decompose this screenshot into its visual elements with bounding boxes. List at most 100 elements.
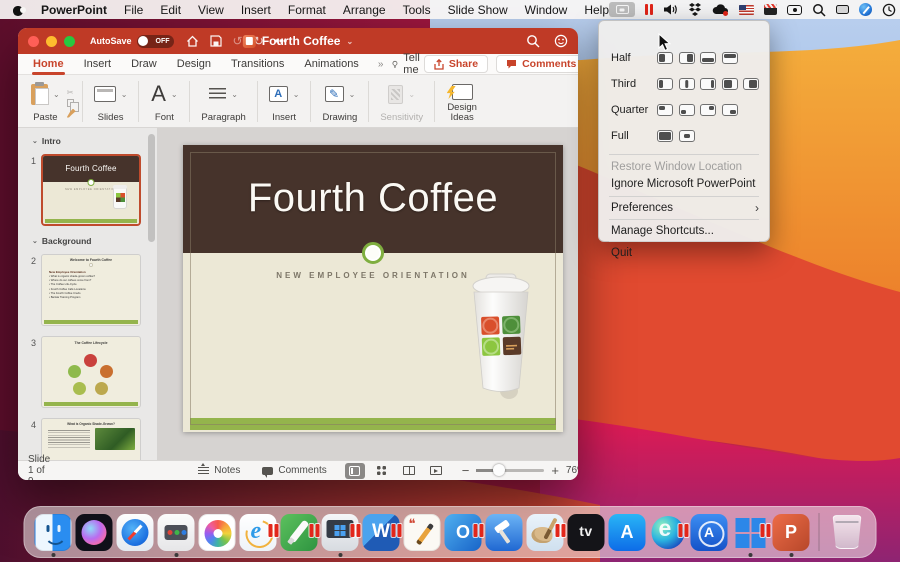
dock-item-siri[interactable] (74, 508, 115, 556)
dock-item-outlook[interactable] (443, 508, 484, 556)
copy-icon[interactable] (67, 99, 74, 107)
window-titlebar[interactable]: AutoSave OFF ↺ ↻ ••• Fourth Coffee ⌄ (18, 28, 578, 54)
dock-item-windows[interactable] (730, 508, 771, 556)
comments-toggle-button[interactable]: Comments (262, 465, 326, 476)
tab-insert[interactable]: Insert (83, 55, 113, 73)
menu-insert[interactable]: Insert (241, 3, 271, 17)
window-layout-menu-icon[interactable] (609, 2, 635, 17)
thumbnail-row-2[interactable]: 2 Welcome to Fourth Coffee New Employee … (18, 250, 157, 332)
layout-two-thirds-right-button[interactable] (743, 78, 759, 90)
minimize-button[interactable] (46, 36, 57, 47)
design-ideas-button[interactable]: Design Ideas (439, 78, 485, 125)
dock-item-powerpoint[interactable] (771, 508, 812, 556)
dock-item-photos[interactable] (197, 508, 238, 556)
spotlight-search-icon[interactable] (812, 3, 826, 17)
dock-item-app-store[interactable] (607, 508, 648, 556)
menu-arrange[interactable]: Arrange (343, 3, 386, 17)
menu-file[interactable]: File (124, 3, 143, 17)
onedrive-icon[interactable] (712, 4, 729, 16)
home-icon[interactable] (186, 35, 199, 48)
trash-icon[interactable] (833, 515, 862, 549)
dock-item-photo-booth[interactable] (156, 508, 197, 556)
layout-quarter-tl-button[interactable] (657, 104, 673, 116)
font-button[interactable]: A⌄ Font (143, 78, 185, 125)
sensitivity-button[interactable]: ⌄ Sensitivity (373, 78, 430, 125)
layout-two-thirds-left-button[interactable] (722, 78, 738, 90)
screen-record-icon[interactable] (787, 5, 802, 15)
safari-compass-icon[interactable] (859, 3, 872, 16)
thumbnail-scrollbar[interactable] (148, 134, 155, 242)
dock-item-paint[interactable] (525, 508, 566, 556)
drawing-button[interactable]: ✎⌄ Drawing (315, 78, 364, 125)
dock-item-trash[interactable] (827, 508, 868, 556)
dock-item-finder[interactable] (33, 508, 74, 556)
paste-button[interactable]: ⌄ Paste (24, 78, 67, 125)
layout-full-screen-button[interactable] (657, 130, 673, 142)
current-slide[interactable]: Fourth Coffee NEW EMPLOYEE ORIENTATION (183, 145, 563, 432)
tab-home[interactable]: Home (32, 55, 65, 73)
dock-item-writer[interactable] (402, 508, 443, 556)
tab-animations[interactable]: Animations (303, 55, 359, 73)
parallels-icon[interactable] (764, 4, 777, 15)
reading-view-button[interactable] (399, 463, 419, 479)
insert-button[interactable]: A⌄ Insert (262, 78, 307, 125)
app-store-alt-icon[interactable] (691, 514, 728, 551)
section-intro[interactable]: ⌄Intro (18, 132, 157, 150)
zoom-button[interactable] (64, 36, 75, 47)
slide-title-text[interactable]: Fourth Coffee (248, 176, 498, 221)
clock-icon[interactable] (882, 3, 896, 17)
share-button[interactable]: Share (424, 55, 488, 73)
section-background[interactable]: ⌄Background (18, 232, 157, 250)
slide-sorter-view-button[interactable] (372, 463, 392, 479)
apple-tv-icon[interactable] (568, 514, 605, 551)
undo-icon[interactable]: ↺ (233, 34, 243, 48)
dock-item-xcode[interactable] (484, 508, 525, 556)
zoom-slider-knob[interactable] (493, 464, 505, 476)
restore-window-location-item[interactable]: Restore Window Location (611, 159, 759, 174)
layout-full-center-button[interactable] (679, 130, 695, 142)
manage-shortcuts-item[interactable]: Manage Shortcuts... (611, 223, 759, 238)
layout-half-right-button[interactable] (679, 52, 695, 64)
layout-quarter-tr-button[interactable] (700, 104, 716, 116)
zoom-out-button[interactable]: − (462, 463, 470, 478)
pause-indicator-icon[interactable] (645, 4, 653, 15)
quit-item[interactable]: Quit (611, 245, 759, 260)
dock-item-windows-vm[interactable] (320, 508, 361, 556)
finder-icon[interactable] (35, 514, 72, 551)
dock-item-safari[interactable] (115, 508, 156, 556)
menu-help[interactable]: Help (584, 3, 609, 17)
dock-item-marker[interactable] (279, 508, 320, 556)
writer-icon[interactable] (404, 514, 441, 551)
tab-overflow-icon[interactable]: » (378, 59, 383, 70)
slide-thumbnail-panel[interactable]: ⌄Intro 1 Fourth Coffee NEW EMPLOYEE ORIE… (18, 128, 158, 460)
slideshow-button[interactable] (426, 463, 446, 479)
dropbox-icon[interactable] (688, 3, 702, 16)
slide-4-thumbnail[interactable]: What is Organic Shade-Grown? (41, 418, 141, 460)
slide-title-band[interactable]: Fourth Coffee (183, 145, 563, 253)
tab-design[interactable]: Design (176, 55, 212, 73)
tab-draw[interactable]: Draw (130, 55, 158, 73)
thumbnail-row-1[interactable]: 1 Fourth Coffee NEW EMPLOYEE ORIENTATION (18, 150, 157, 232)
slide-2-thumbnail[interactable]: Welcome to Fourth Coffee New Employee Or… (41, 254, 141, 326)
menu-slide-show[interactable]: Slide Show (448, 3, 508, 17)
menu-view[interactable]: View (198, 3, 224, 17)
notes-button[interactable]: Notes (198, 465, 240, 476)
display-icon[interactable] (836, 5, 849, 14)
slides-button[interactable]: ⌄ Slides (87, 78, 135, 125)
dock-item-word[interactable] (361, 508, 402, 556)
save-icon[interactable] (210, 35, 222, 47)
tab-transitions[interactable]: Transitions (230, 55, 285, 73)
zoom-percentage[interactable]: 76% (566, 465, 578, 476)
comments-button[interactable]: Comments (496, 55, 578, 73)
layout-half-bottom-button[interactable] (700, 52, 716, 64)
volume-icon[interactable] (663, 3, 678, 16)
document-title[interactable]: Fourth Coffee (262, 34, 341, 48)
photos-icon[interactable] (199, 514, 236, 551)
menu-edit[interactable]: Edit (160, 3, 181, 17)
dock-item-internet-explorer[interactable] (238, 508, 279, 556)
slide-1-thumbnail[interactable]: Fourth Coffee NEW EMPLOYEE ORIENTATION (41, 154, 141, 226)
title-chevron-icon[interactable]: ⌄ (346, 37, 353, 46)
dock-item-app-store-alt[interactable] (689, 508, 730, 556)
tell-me-button[interactable]: Tell me (392, 52, 424, 76)
powerpoint-icon[interactable] (773, 514, 810, 551)
